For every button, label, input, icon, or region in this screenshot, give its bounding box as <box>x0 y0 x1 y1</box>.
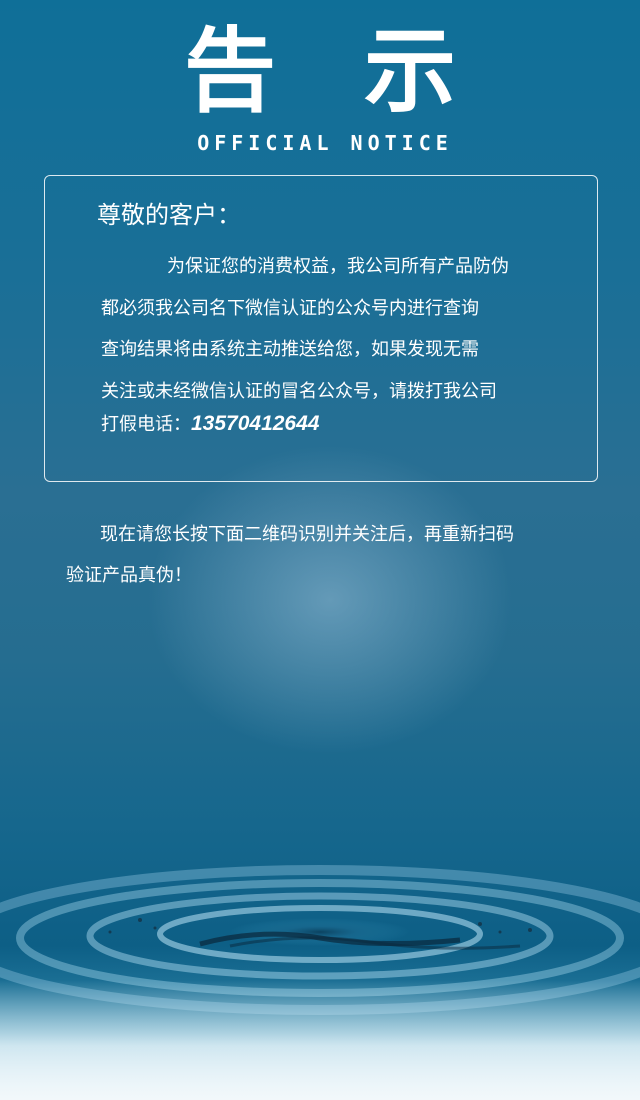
page-title: 告 示 <box>183 18 485 125</box>
notice-body: 为保证您的消费权益，我公司所有产品防伪 都必须我公司名下微信认证的公众号内进行查… <box>101 246 581 412</box>
notice-line: 为保证您的消费权益，我公司所有产品防伪 <box>167 256 509 277</box>
phone-line: 打假电话：13570412644 <box>101 409 319 440</box>
instruction-line: 现在请您长按下面二维码识别并关注后，再重新扫码 <box>100 524 514 545</box>
water-ripple-background <box>0 820 640 1100</box>
instruction-text: 现在请您长按下面二维码识别并关注后，再重新扫码 验证产品真伪！ <box>66 514 596 596</box>
notice-line: 查询结果将由系统主动推送给您，如果发现无需 <box>101 339 479 360</box>
notice-line: 都必须我公司名下微信认证的公众号内进行查询 <box>101 297 479 319</box>
phone-number[interactable]: 13570412644 <box>191 412 319 435</box>
greeting: 尊敬的客户： <box>97 201 241 229</box>
notice-box: 尊敬的客户： 为保证您的消费权益，我公司所有产品防伪 都必须我公司名下微信认证的… <box>44 175 598 482</box>
notice-line: 关注或未经微信认证的冒名公众号，请拨打我公司 <box>101 380 497 402</box>
page-subtitle: OFFICIAL NOTICE <box>197 131 453 155</box>
phone-label: 打假电话： <box>101 414 191 435</box>
bottom-glow <box>0 980 640 1100</box>
instruction-line: 验证产品真伪！ <box>66 565 192 586</box>
